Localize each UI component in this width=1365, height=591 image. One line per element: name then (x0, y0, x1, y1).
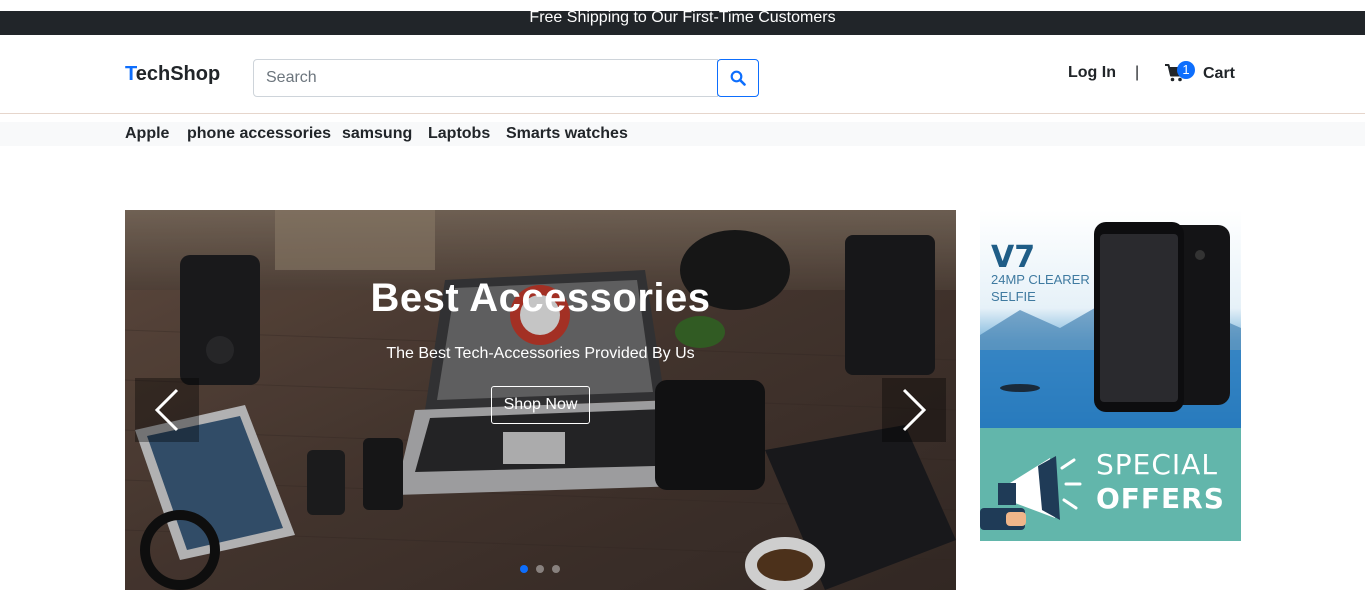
ad-model-name: V7 (991, 240, 1036, 275)
promo-text: Free Shipping to Our First-Time Customer… (529, 9, 836, 26)
logo-initial: T (125, 63, 136, 85)
login-link[interactable]: Log In (1068, 64, 1116, 82)
nav-item-laptops[interactable]: Laptobs (428, 125, 490, 143)
hero-carousel: Best Accessories The Best Tech-Accessori… (125, 210, 956, 590)
cart-label: Cart (1203, 64, 1236, 82)
chevron-right-icon (902, 388, 927, 432)
search-button[interactable] (717, 59, 759, 97)
ad-offer-line-1: SPECIAL (1096, 448, 1218, 481)
ad-tagline-1: 24MP CLEARER (991, 272, 1090, 287)
category-nav: Apple phone accessories samsung Laptobs … (0, 122, 1365, 146)
search-bar (253, 59, 759, 97)
megaphone-icon (980, 456, 1082, 530)
chevron-left-icon (154, 388, 179, 432)
promo-bar: Free Shipping to Our First-Time Customer… (0, 9, 1365, 35)
phone-ad-banner[interactable]: V7 24MP CLEARER SELFIE (980, 210, 1241, 428)
nav-item-apple[interactable]: Apple (125, 125, 169, 143)
cart-link[interactable]: 1 Cart (1165, 57, 1235, 87)
carousel-indicator-1[interactable] (520, 565, 528, 573)
carousel-prev-button[interactable] (135, 378, 199, 442)
cart-count-badge: 1 (1177, 61, 1195, 79)
hero-subtitle: The Best Tech-Accessories Provided By Us (386, 345, 695, 362)
search-icon (730, 70, 746, 86)
hero-title: Best Accessories (370, 276, 711, 320)
ad-tagline-2: SELFIE (991, 289, 1036, 304)
carousel-indicator-2[interactable] (536, 565, 544, 573)
special-offers-banner[interactable]: SPECIAL OFFERS (980, 428, 1241, 541)
logo-text: echShop (135, 63, 221, 85)
nav-item-smart-watches[interactable]: Smarts watches (506, 125, 628, 143)
search-input[interactable] (253, 59, 718, 97)
carousel-next-button[interactable] (882, 378, 946, 442)
shop-now-button[interactable]: Shop Now (491, 386, 590, 424)
carousel-indicators (520, 565, 560, 573)
nav-item-phone-accessories[interactable]: phone accessories (187, 125, 331, 143)
cart-icon: 1 (1165, 61, 1195, 82)
site-header: TechShop Log In | 1 Cart (0, 35, 1365, 114)
ad-offer-line-2: OFFERS (1096, 482, 1225, 515)
nav-item-samsung[interactable]: samsung (342, 125, 412, 143)
site-logo[interactable]: TechShop (125, 63, 220, 86)
carousel-indicator-3[interactable] (552, 565, 560, 573)
header-divider: | (1135, 64, 1140, 81)
